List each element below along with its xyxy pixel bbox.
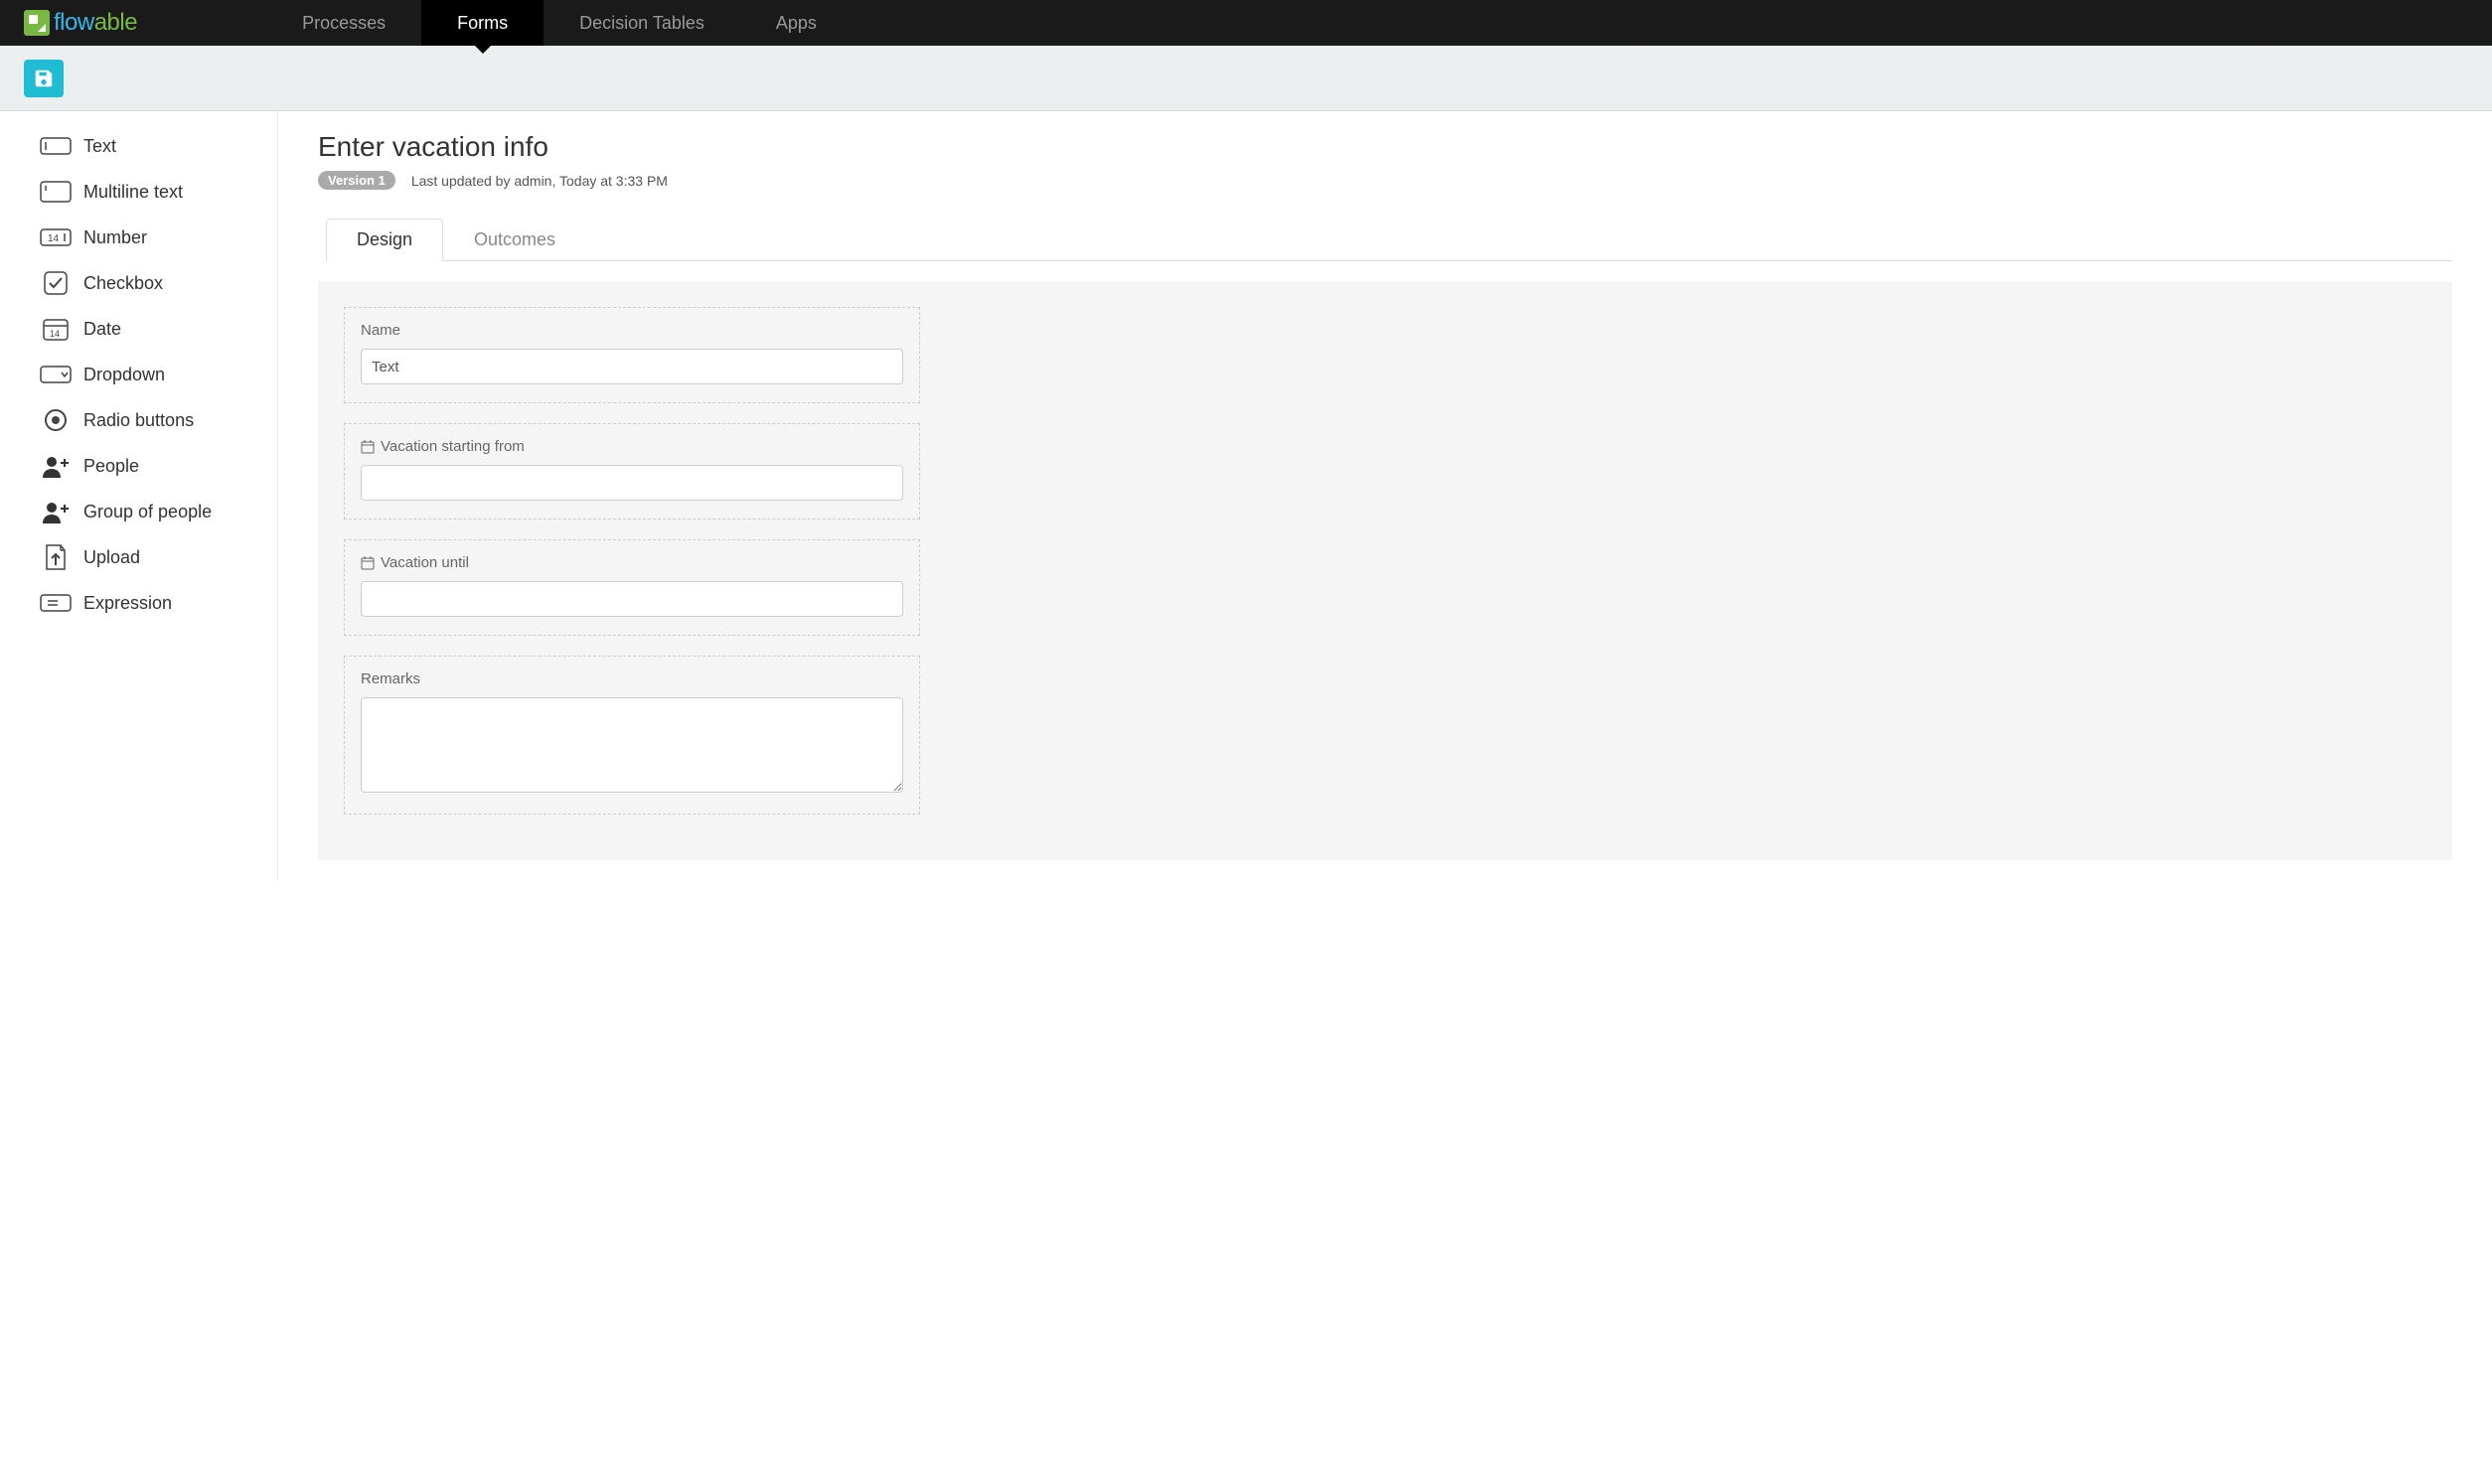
field-label: Remarks: [361, 670, 420, 687]
palette-expression[interactable]: Expression: [0, 580, 277, 626]
palette-label: Checkbox: [83, 273, 163, 294]
date-field-icon: 14: [40, 316, 72, 342]
field-label-row: Remarks: [361, 670, 903, 687]
field-label-row: Vacation until: [361, 554, 903, 571]
tab-outcomes[interactable]: Outcomes: [443, 219, 586, 261]
checkbox-field-icon: [40, 270, 72, 296]
nav-apps[interactable]: Apps: [740, 0, 853, 46]
field-palette: Text Multiline text 14 Number Checkbox 1…: [0, 111, 278, 880]
field-label: Name: [361, 322, 400, 339]
palette-checkbox[interactable]: Checkbox: [0, 260, 277, 306]
field-label: Vacation until: [381, 554, 469, 571]
upload-field-icon: [40, 544, 72, 570]
palette-label: Number: [83, 227, 147, 248]
palette-people[interactable]: People: [0, 443, 277, 489]
field-input-vacation-until[interactable]: [361, 581, 903, 617]
nav-forms[interactable]: Forms: [421, 0, 544, 46]
palette-label: Dropdown: [83, 365, 165, 385]
form-field-vacation-until[interactable]: Vacation until: [344, 539, 920, 636]
page-title: Enter vacation info: [318, 131, 2452, 163]
calendar-icon: [361, 556, 375, 570]
palette-label: Upload: [83, 547, 140, 568]
palette-label: People: [83, 456, 139, 477]
palette-label: Date: [83, 319, 121, 340]
last-updated-text: Last updated by admin, Today at 3:33 PM: [411, 173, 668, 189]
flowable-logo-icon: [24, 10, 50, 36]
field-label: Vacation starting from: [381, 438, 525, 455]
field-label-row: Name: [361, 322, 903, 339]
dropdown-field-icon: [40, 362, 72, 387]
palette-text[interactable]: Text: [0, 123, 277, 169]
palette-number[interactable]: 14 Number: [0, 215, 277, 260]
expression-field-icon: [40, 590, 72, 616]
save-button[interactable]: [24, 60, 64, 97]
palette-radio[interactable]: Radio buttons: [0, 397, 277, 443]
version-badge: Version 1: [318, 171, 395, 190]
palette-multiline[interactable]: Multiline text: [0, 169, 277, 215]
palette-upload[interactable]: Upload: [0, 534, 277, 580]
palette-label: Multiline text: [83, 182, 183, 203]
text-field-icon: [40, 133, 72, 159]
main-layout: Text Multiline text 14 Number Checkbox 1…: [0, 111, 2492, 880]
brand-text-part2: able: [94, 9, 137, 36]
save-icon: [33, 68, 55, 89]
form-field-remarks[interactable]: Remarks: [344, 656, 920, 815]
palette-label: Expression: [83, 593, 172, 614]
radio-field-icon: [40, 407, 72, 433]
form-field-vacation-start[interactable]: Vacation starting from: [344, 423, 920, 519]
palette-dropdown[interactable]: Dropdown: [0, 352, 277, 397]
svg-text:14: 14: [50, 329, 60, 339]
field-input-name[interactable]: [361, 349, 903, 384]
field-input-vacation-start[interactable]: [361, 465, 903, 501]
field-label-row: Vacation starting from: [361, 438, 903, 455]
multiline-field-icon: [40, 179, 72, 205]
palette-group[interactable]: Group of people: [0, 489, 277, 534]
nav-items: Processes Forms Decision Tables Apps: [266, 0, 853, 46]
main-content: Enter vacation info Version 1 Last updat…: [278, 111, 2492, 880]
nav-processes[interactable]: Processes: [266, 0, 421, 46]
form-canvas[interactable]: Name Vacation starting from: [318, 281, 2452, 860]
meta-row: Version 1 Last updated by admin, Today a…: [318, 171, 2452, 190]
brand-text-part1: flow: [54, 9, 94, 36]
top-nav: flowable Processes Forms Decision Tables…: [0, 0, 2492, 46]
tab-design[interactable]: Design: [326, 219, 443, 261]
palette-label: Text: [83, 136, 116, 157]
palette-date[interactable]: 14 Date: [0, 306, 277, 352]
svg-text:14: 14: [48, 233, 60, 244]
brand-text: flowable: [54, 9, 137, 37]
editor-tabs: Design Outcomes: [326, 218, 2452, 261]
form-field-name[interactable]: Name: [344, 307, 920, 403]
nav-decision-tables[interactable]: Decision Tables: [544, 0, 740, 46]
calendar-icon: [361, 440, 375, 454]
palette-label: Radio buttons: [83, 410, 194, 431]
group-field-icon: [40, 499, 72, 524]
people-field-icon: [40, 453, 72, 479]
palette-label: Group of people: [83, 502, 212, 522]
brand-logo[interactable]: flowable: [0, 0, 157, 46]
field-input-remarks[interactable]: [361, 697, 903, 793]
toolbar: [0, 46, 2492, 111]
number-field-icon: 14: [40, 224, 72, 250]
